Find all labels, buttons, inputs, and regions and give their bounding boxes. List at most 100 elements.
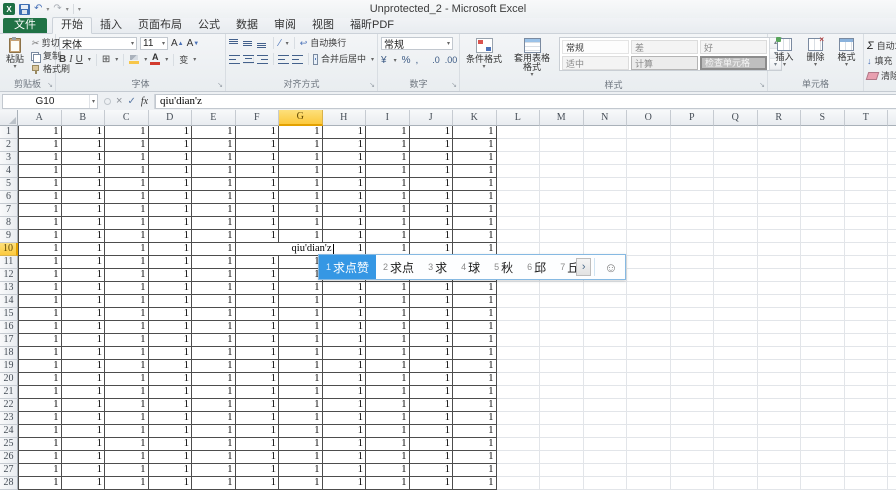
cell-O11[interactable] — [627, 256, 671, 269]
cell-Q22[interactable] — [714, 399, 758, 412]
cell-A26[interactable]: 1 — [18, 451, 62, 464]
paste-dropdown-icon[interactable]: ▾ — [14, 65, 17, 70]
align-top-button[interactable] — [229, 39, 240, 48]
cell-I6[interactable]: 1 — [366, 191, 410, 204]
cell-T5[interactable] — [845, 178, 889, 191]
row-header-27[interactable]: 27 — [0, 464, 18, 477]
cell-J20[interactable]: 1 — [410, 373, 454, 386]
cell-G6[interactable]: 1 — [279, 191, 323, 204]
cell-S18[interactable] — [801, 347, 845, 360]
cell-B19[interactable]: 1 — [62, 360, 106, 373]
font-color-button[interactable]: A — [150, 54, 160, 65]
cell-L19[interactable] — [497, 360, 541, 373]
cell-B21[interactable]: 1 — [62, 386, 106, 399]
cell-Q6[interactable] — [714, 191, 758, 204]
cell-Q7[interactable] — [714, 204, 758, 217]
row-header-9[interactable]: 9 — [0, 230, 18, 243]
row-header-16[interactable]: 16 — [0, 321, 18, 334]
cell-H20[interactable]: 1 — [323, 373, 367, 386]
cell-R15[interactable] — [758, 308, 802, 321]
cell-L7[interactable] — [497, 204, 541, 217]
align-left-button[interactable] — [229, 55, 240, 64]
cell-B11[interactable]: 1 — [62, 256, 106, 269]
column-header-e[interactable]: E — [192, 110, 236, 126]
cell-N28[interactable] — [584, 477, 628, 490]
cell-D27[interactable]: 1 — [149, 464, 193, 477]
insert-function-button[interactable]: fx — [141, 96, 148, 107]
column-header-s[interactable]: S — [801, 110, 845, 126]
cell-C19[interactable]: 1 — [105, 360, 149, 373]
cell-D6[interactable]: 1 — [149, 191, 193, 204]
cell-O25[interactable] — [627, 438, 671, 451]
cell-P12[interactable] — [671, 269, 715, 282]
cell-E22[interactable]: 1 — [192, 399, 236, 412]
format-as-table-button[interactable]: 套用表格格式 ▾ — [509, 37, 555, 79]
cell-S10[interactable] — [801, 243, 845, 256]
column-header-b[interactable]: B — [62, 110, 106, 126]
cell-L20[interactable] — [497, 373, 541, 386]
cell-C9[interactable]: 1 — [105, 230, 149, 243]
cell-N1[interactable] — [584, 126, 628, 139]
cell-A7[interactable]: 1 — [18, 204, 62, 217]
cell-J7[interactable]: 1 — [410, 204, 454, 217]
cell-P16[interactable] — [671, 321, 715, 334]
cell-L14[interactable] — [497, 295, 541, 308]
cell-Q2[interactable] — [714, 139, 758, 152]
cell-S28[interactable] — [801, 477, 845, 490]
cell-R1[interactable] — [758, 126, 802, 139]
excel-app-icon[interactable]: X — [3, 3, 15, 15]
insert-cells-button[interactable]: 插入 ▾ — [772, 37, 796, 69]
cell-J14[interactable]: 1 — [410, 295, 454, 308]
cell-L1[interactable] — [497, 126, 541, 139]
fill-button[interactable]: ↓填充 — [867, 54, 896, 67]
cell-M26[interactable] — [540, 451, 584, 464]
cell-T27[interactable] — [845, 464, 889, 477]
cell-P4[interactable] — [671, 165, 715, 178]
cell-Q12[interactable] — [714, 269, 758, 282]
cell-Q27[interactable] — [714, 464, 758, 477]
cell-G20[interactable]: 1 — [279, 373, 323, 386]
cell-O5[interactable] — [627, 178, 671, 191]
cell-Q26[interactable] — [714, 451, 758, 464]
row-header-26[interactable]: 26 — [0, 451, 18, 464]
cell-G27[interactable]: 1 — [279, 464, 323, 477]
font-dialog-launcher-icon[interactable]: ↘ — [217, 82, 223, 89]
cell-D28[interactable]: 1 — [149, 477, 193, 490]
cell-C14[interactable]: 1 — [105, 295, 149, 308]
cell-O28[interactable] — [627, 477, 671, 490]
decrease-decimal-button[interactable]: .00 — [445, 55, 458, 65]
cell-C2[interactable]: 1 — [105, 139, 149, 152]
cell-M23[interactable] — [540, 412, 584, 425]
cell-S7[interactable] — [801, 204, 845, 217]
cell-F6[interactable]: 1 — [236, 191, 280, 204]
cell-A16[interactable]: 1 — [18, 321, 62, 334]
cell-E18[interactable]: 1 — [192, 347, 236, 360]
cell-O15[interactable] — [627, 308, 671, 321]
cell-E5[interactable]: 1 — [192, 178, 236, 191]
row-header-21[interactable]: 21 — [0, 386, 18, 399]
cell-F7[interactable]: 1 — [236, 204, 280, 217]
column-header-r[interactable]: R — [758, 110, 802, 126]
cell-F12[interactable]: 1 — [236, 269, 280, 282]
cell-D11[interactable]: 1 — [149, 256, 193, 269]
cell-D26[interactable]: 1 — [149, 451, 193, 464]
cell-N9[interactable] — [584, 230, 628, 243]
cell-J1[interactable]: 1 — [410, 126, 454, 139]
cell-T24[interactable] — [845, 425, 889, 438]
format-cells-button[interactable]: 格式 ▾ — [834, 37, 858, 69]
cell-G15[interactable]: 1 — [279, 308, 323, 321]
column-header-j[interactable]: J — [410, 110, 454, 126]
cell-P21[interactable] — [671, 386, 715, 399]
row-header-28[interactable]: 28 — [0, 477, 18, 490]
name-box-dropdown-icon[interactable]: ▾ — [89, 95, 97, 108]
cell-M20[interactable] — [540, 373, 584, 386]
cell-R17[interactable] — [758, 334, 802, 347]
cell-A23[interactable]: 1 — [18, 412, 62, 425]
cell-M22[interactable] — [540, 399, 584, 412]
cell-A24[interactable]: 1 — [18, 425, 62, 438]
cell-M15[interactable] — [540, 308, 584, 321]
cell-O20[interactable] — [627, 373, 671, 386]
cell-T4[interactable] — [845, 165, 889, 178]
cell-J9[interactable]: 1 — [410, 230, 454, 243]
cell-A8[interactable]: 1 — [18, 217, 62, 230]
